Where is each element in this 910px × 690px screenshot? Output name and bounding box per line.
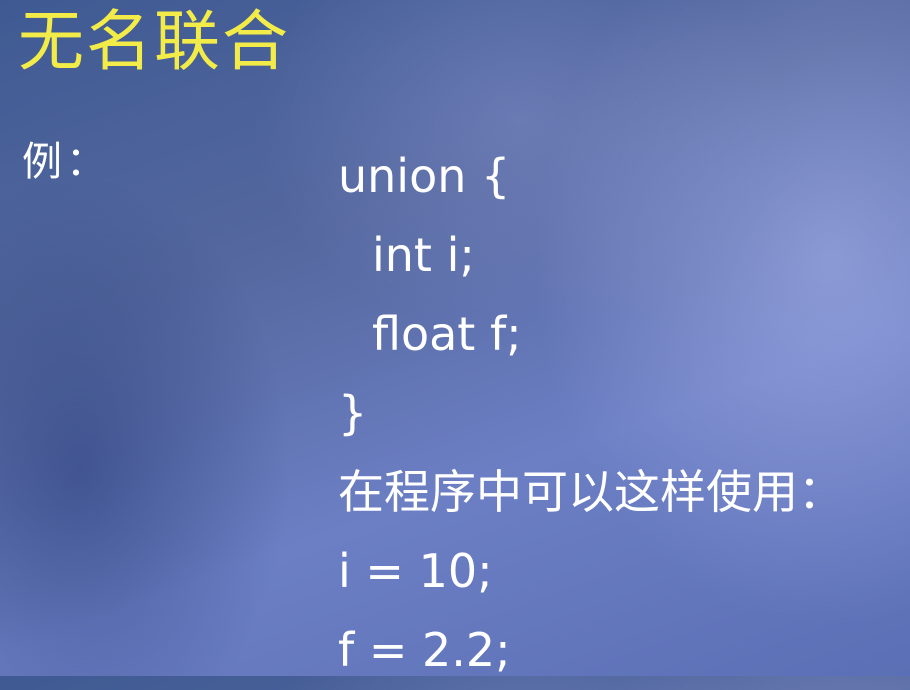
- slide: 无名联合 例： union { int i; float f; } 在程序中可以…: [0, 0, 910, 677]
- code-line-assign-i: i = 10;: [338, 544, 493, 598]
- code-example: union { int i; float f; } 在程序中可以这样使用： i …: [338, 137, 844, 690]
- code-line-int: int i;: [372, 228, 475, 282]
- example-label: 例：: [22, 139, 110, 185]
- slide-title: 无名联合: [18, 3, 290, 80]
- code-line-union-close: }: [338, 386, 368, 440]
- usage-description: 在程序中可以这样使用：: [338, 465, 844, 519]
- code-line-union-open: union {: [338, 149, 511, 203]
- code-line-float: float f;: [372, 307, 522, 361]
- code-line-assign-f: f = 2.2;: [338, 623, 511, 677]
